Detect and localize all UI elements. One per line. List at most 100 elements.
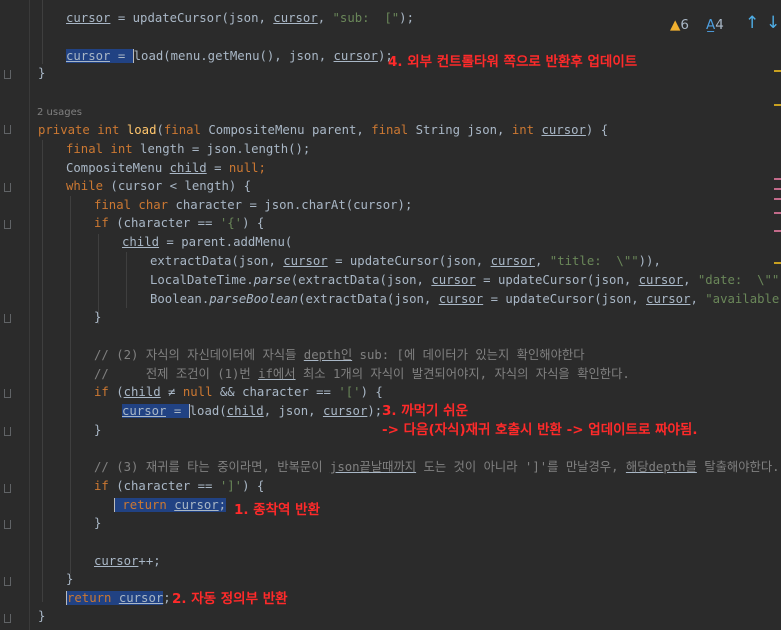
code-token: if bbox=[94, 385, 117, 399]
warning-stripe[interactable] bbox=[774, 262, 781, 264]
code-token: 해당depth를 bbox=[625, 460, 697, 474]
code-line[interactable]: } bbox=[38, 65, 45, 81]
code-token: while bbox=[66, 179, 111, 193]
typo-stripe[interactable] bbox=[774, 178, 781, 180]
editor-gutter[interactable] bbox=[0, 0, 30, 630]
code-token: char bbox=[138, 198, 176, 212]
code-token: 도는 것이 아니라 ']'를 만날경우, bbox=[416, 460, 626, 474]
previous-highlight-icon[interactable]: ↑ bbox=[745, 13, 759, 33]
code-token: (extractData(json, bbox=[290, 273, 432, 287]
code-line[interactable]: private int load(final CompositeMenu par… bbox=[38, 122, 608, 138]
typo-stripe[interactable] bbox=[774, 212, 781, 214]
annotation-4: 4. 외부 컨트롤타워 쪽으로 반환후 업데이트 bbox=[388, 54, 638, 70]
code-token: depth인 bbox=[303, 348, 353, 362]
code-token: = bbox=[166, 404, 189, 418]
code-line[interactable]: final int length = json.length(); bbox=[66, 141, 310, 157]
fold-marker-icon[interactable] bbox=[4, 70, 11, 79]
code-line[interactable]: } bbox=[66, 571, 73, 587]
code-token: (extractData(json, bbox=[298, 292, 439, 306]
indent-guide bbox=[126, 252, 127, 308]
code-line[interactable]: } bbox=[38, 608, 45, 624]
code-line[interactable]: // (3) 재귀를 타는 중이라면, 반복문이 json끝날때까지 도는 것이… bbox=[94, 459, 780, 475]
code-line[interactable]: child = parent.addMenu( bbox=[122, 234, 292, 250]
code-line[interactable]: // (2) 자식의 자신데이터에 자식들 depth인 sub: [에 데이터… bbox=[94, 347, 585, 363]
code-token: final bbox=[66, 142, 111, 156]
code-token: // (2) 자식의 자신데이터에 자식들 bbox=[94, 348, 304, 362]
code-line[interactable]: LocalDateTime.parse(extractData(json, cu… bbox=[150, 272, 781, 288]
code-token: cursor bbox=[431, 273, 476, 287]
typo-stripe[interactable] bbox=[774, 188, 781, 190]
code-token: ( bbox=[156, 123, 164, 137]
code-line[interactable]: CompositeMenu child = null; bbox=[66, 160, 266, 176]
fold-marker-icon[interactable] bbox=[4, 220, 11, 229]
code-editor[interactable]: 2 usages cursor = updateCursor(json, cur… bbox=[0, 0, 781, 630]
code-token: (character == bbox=[116, 216, 220, 230]
indent-guide bbox=[70, 196, 71, 574]
code-token: = updateCursor(json, bbox=[327, 254, 491, 268]
code-line[interactable]: Boolean.parseBoolean(extractData(json, c… bbox=[150, 291, 781, 307]
code-line[interactable]: if (child ≠ null && character == '[') { bbox=[94, 384, 383, 400]
code-token: null bbox=[182, 385, 220, 399]
code-token: // (3) 재귀를 타는 중이라면, 반복문이 bbox=[94, 460, 330, 474]
code-token: return bbox=[114, 498, 175, 512]
fold-marker-icon[interactable] bbox=[4, 520, 11, 529]
code-line[interactable]: while (cursor < length) { bbox=[66, 178, 251, 194]
code-line[interactable]: } bbox=[94, 422, 101, 438]
code-line[interactable]: cursor++; bbox=[94, 553, 161, 569]
code-line[interactable]: } bbox=[94, 515, 101, 531]
fold-marker-icon[interactable] bbox=[4, 484, 11, 493]
code-token: extractData(json, bbox=[150, 254, 284, 268]
typos-indicator[interactable]: A̲4 bbox=[706, 17, 724, 33]
code-line[interactable]: if (character == ']') { bbox=[94, 478, 264, 494]
next-highlight-icon[interactable]: ↓ bbox=[766, 13, 780, 33]
fold-marker-icon[interactable] bbox=[4, 183, 11, 192]
code-token: ≠ bbox=[160, 385, 183, 399]
fold-marker-icon[interactable] bbox=[4, 427, 11, 436]
annotation-1: 1. 종착역 반환 bbox=[234, 502, 321, 518]
code-token: ); bbox=[399, 11, 414, 25]
code-token: '{' bbox=[219, 216, 243, 230]
code-token: // 전제 조건이 (1)번 bbox=[94, 367, 259, 381]
code-token: , bbox=[534, 254, 550, 268]
code-line[interactable]: } bbox=[94, 309, 101, 325]
code-line[interactable]: cursor = load(menu.getMenu(), json, curs… bbox=[66, 48, 393, 64]
code-line[interactable]: // 전제 조건이 (1)번 if에서 최소 1개의 자식이 발견되어야지, 자… bbox=[94, 366, 630, 382]
code-token: ) { bbox=[242, 479, 265, 493]
code-token: 탈출해야한다. bbox=[696, 460, 780, 474]
code-line[interactable]: final char character = json.charAt(curso… bbox=[94, 197, 412, 213]
usages-hint[interactable]: 2 usages bbox=[37, 107, 82, 118]
code-token: cursor bbox=[273, 11, 318, 25]
code-token: "title: \"" bbox=[549, 254, 639, 268]
code-line[interactable]: extractData(json, cursor = updateCursor(… bbox=[150, 253, 661, 269]
indent-guide bbox=[42, 140, 43, 602]
code-line[interactable]: return cursor; bbox=[114, 497, 227, 513]
code-token: 최소 1개의 자식이 발견되어야지, 자식의 자식을 확인한다. bbox=[295, 367, 630, 381]
fold-marker-icon[interactable] bbox=[4, 389, 11, 398]
code-token: final bbox=[94, 198, 139, 212]
code-token: } bbox=[94, 310, 102, 324]
code-token: } bbox=[38, 66, 46, 80]
typo-stripe[interactable] bbox=[774, 230, 781, 232]
code-line[interactable]: cursor = updateCursor(json, cursor, "sub… bbox=[66, 10, 414, 26]
code-line[interactable]: return cursor; bbox=[66, 590, 171, 606]
code-token: final bbox=[163, 123, 209, 137]
typo-stripe[interactable] bbox=[774, 198, 781, 200]
code-token: cursor bbox=[322, 404, 368, 418]
code-token: load(menu.getMenu(), json, bbox=[132, 49, 334, 63]
fold-marker-icon[interactable] bbox=[4, 614, 11, 623]
code-token: ( bbox=[116, 385, 124, 399]
code-token: "sub: [" bbox=[332, 11, 400, 25]
warning-stripe[interactable] bbox=[774, 104, 781, 106]
warnings-indicator[interactable]: ▲6 bbox=[670, 17, 689, 33]
fold-marker-icon[interactable] bbox=[4, 125, 11, 134]
code-token: int bbox=[511, 123, 542, 137]
fold-marker-icon[interactable] bbox=[4, 314, 11, 323]
code-token: Boolean. bbox=[150, 292, 210, 306]
code-line[interactable]: if (character == '{') { bbox=[94, 215, 264, 231]
warning-stripe[interactable] bbox=[774, 70, 781, 72]
code-token: , bbox=[690, 292, 706, 306]
code-line[interactable]: cursor = load(child, json, cursor); bbox=[122, 403, 382, 419]
fold-marker-icon[interactable] bbox=[4, 577, 11, 586]
code-token: child bbox=[123, 385, 161, 399]
annotation-2: 2. 자동 정의부 반환 bbox=[172, 591, 288, 607]
